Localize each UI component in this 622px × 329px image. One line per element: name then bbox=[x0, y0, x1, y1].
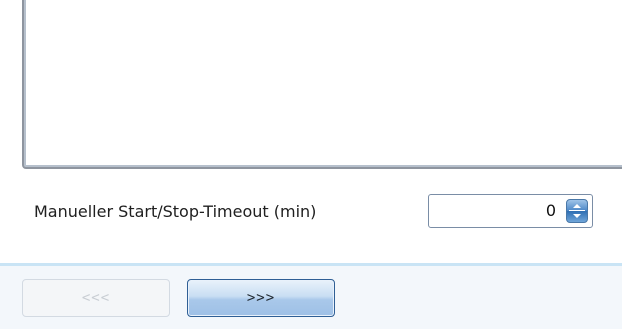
back-button[interactable]: <<< bbox=[22, 279, 170, 317]
timeout-stepper[interactable]: 0 bbox=[428, 194, 593, 228]
arrow-up-icon[interactable] bbox=[573, 204, 581, 208]
timeout-label: Manueller Start/Stop-Timeout (min) bbox=[34, 202, 317, 221]
arrow-down-icon[interactable] bbox=[573, 214, 581, 218]
timeout-value[interactable]: 0 bbox=[546, 201, 556, 221]
navigation-bar: <<< >>> bbox=[0, 263, 622, 329]
spin-divider bbox=[569, 210, 585, 211]
content-panel bbox=[22, 0, 622, 169]
spin-button[interactable] bbox=[566, 199, 588, 223]
next-button[interactable]: >>> bbox=[187, 279, 335, 317]
